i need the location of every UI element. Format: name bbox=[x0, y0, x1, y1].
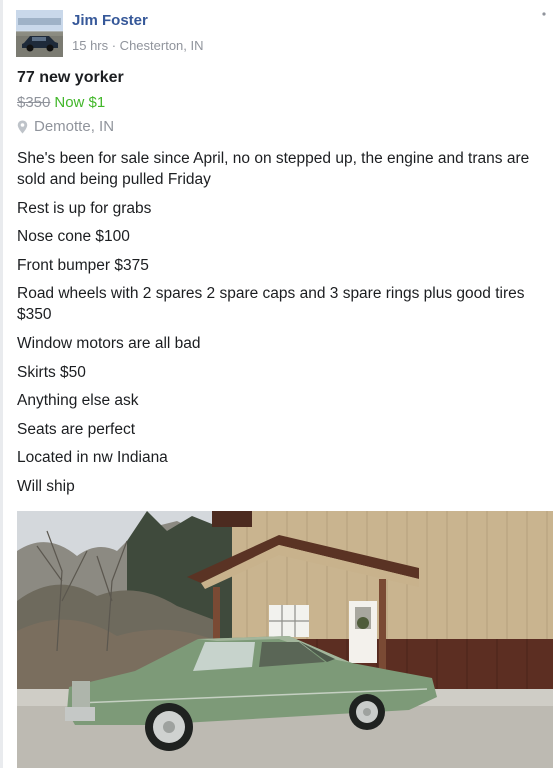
post-meta[interactable]: 15 hrs · Chesterton, IN bbox=[72, 38, 204, 53]
listing-description: She's been for sale since April, no on s… bbox=[17, 148, 547, 505]
location-pin-icon bbox=[17, 120, 28, 133]
location-text: Demotte, IN bbox=[34, 118, 115, 135]
description-line: Skirts $50 bbox=[17, 363, 86, 381]
listing-location[interactable]: Demotte, IN bbox=[17, 118, 114, 135]
avatar[interactable] bbox=[16, 10, 63, 57]
description-line: Front bumper $375 bbox=[17, 256, 149, 274]
more-dots-icon[interactable] bbox=[536, 10, 546, 30]
listing-title: 77 new yorker bbox=[17, 69, 124, 86]
description-line: Rest is up for grabs bbox=[17, 199, 152, 217]
new-price: Now $1 bbox=[54, 94, 106, 111]
old-price: $350 bbox=[17, 94, 51, 111]
description-line: Nose cone $100 bbox=[17, 228, 130, 246]
post-header: Jim Foster 15 hrs · Chesterton, IN bbox=[16, 10, 546, 58]
listing-price: $350 Now $1 bbox=[17, 94, 105, 111]
description-line: Located in nw Indiana bbox=[17, 449, 168, 467]
author-name[interactable]: Jim Foster bbox=[72, 12, 148, 29]
description-line: Road wheels with 2 spares 2 spare caps a… bbox=[17, 285, 525, 324]
page-edge bbox=[0, 0, 3, 768]
description-line: Anything else ask bbox=[17, 392, 139, 410]
description-line: Will ship bbox=[17, 477, 75, 495]
description-line: Window motors are all bad bbox=[17, 334, 201, 352]
description-line: She's been for sale since April, no on s… bbox=[17, 150, 530, 188]
listing-photo[interactable] bbox=[17, 511, 553, 768]
description-line: Seats are perfect bbox=[17, 420, 136, 438]
